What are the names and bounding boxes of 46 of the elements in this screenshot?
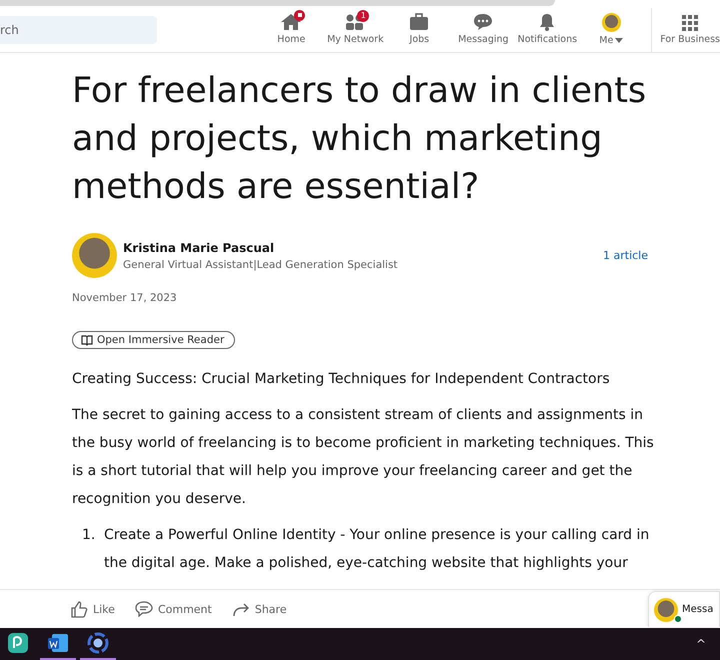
nav-label: Me — [599, 34, 614, 46]
author-headline: General Virtual Assistant|Lead Generation Specialist — [123, 258, 399, 270]
notification-badge: 1 — [357, 10, 370, 22]
avatar-icon — [602, 12, 621, 32]
nav-label: My Network — [327, 34, 384, 44]
app-icon[interactable] — [8, 633, 28, 653]
list-item-text: Create a Powerful Online Identity - Your online presence is your calling card in the digital age. Make a polished, eye-catching website that highlights your — [104, 526, 650, 573]
book-icon — [81, 334, 93, 346]
nav-item[interactable]: Jobs — [387, 12, 452, 48]
nav-item[interactable]: Me — [579, 12, 644, 48]
chat-icon — [473, 12, 494, 30]
list-number: 1. — [81, 526, 96, 545]
articles-link[interactable]: 1 article — [603, 249, 648, 262]
author-avatar[interactable] — [72, 233, 117, 278]
nav-item[interactable]: Home — [259, 12, 324, 48]
nav-label: Messaging — [458, 34, 509, 44]
share-arrow-icon — [232, 601, 250, 617]
action-button[interactable]: Like — [66, 600, 119, 618]
thumbs-up-icon — [70, 600, 88, 618]
publish-date: November 17, 2023 — [72, 292, 178, 304]
messaging-tab[interactable]: Messa — [648, 591, 720, 627]
author-name[interactable]: Kristina Marie Pascual — [123, 240, 603, 254]
briefcase-icon — [409, 12, 430, 30]
nav-item[interactable]: Notifications — [515, 12, 580, 48]
for-business-menu[interactable]: For Business — [660, 15, 720, 45]
article-paragraph: The secret to gaining access to a consistent stream of clients and assignments in the busy world of freelancing is to become proficient in marketing techniques. This is a short tutorial that will help you improve your freelancing career and get the recognition you deserve. — [72, 406, 655, 509]
nav-label: Jobs — [410, 34, 430, 44]
nav-item[interactable]: Messaging — [451, 12, 516, 48]
search-field[interactable]: rch — [0, 16, 158, 44]
avatar-icon — [654, 598, 678, 622]
immersive-reader-button[interactable]: Open Immersive Reader — [72, 331, 236, 349]
tray-expand-button[interactable]: ^ — [696, 637, 706, 651]
speech-bubble-icon — [134, 601, 153, 617]
grid-icon — [682, 15, 698, 31]
nav-label: Notifications — [518, 34, 578, 44]
document-app-icon[interactable] — [47, 633, 69, 653]
home-icon — [280, 12, 302, 30]
nav-label: Home — [277, 34, 306, 44]
messaging-label: Messa — [682, 604, 714, 615]
action-button[interactable]: Comment — [130, 601, 216, 617]
circular-app-icon[interactable] — [87, 632, 109, 654]
article-title: For freelancers to draw in clients and projects, which marketing methods are essential? — [72, 70, 648, 209]
bell-icon — [538, 12, 556, 30]
action-button[interactable]: Share — [228, 601, 291, 617]
article-subtitle: Creating Success: Crucial Marketing Techniques for Independent Contractors — [72, 371, 611, 387]
nav-item[interactable]: 1 My Network — [323, 12, 388, 48]
